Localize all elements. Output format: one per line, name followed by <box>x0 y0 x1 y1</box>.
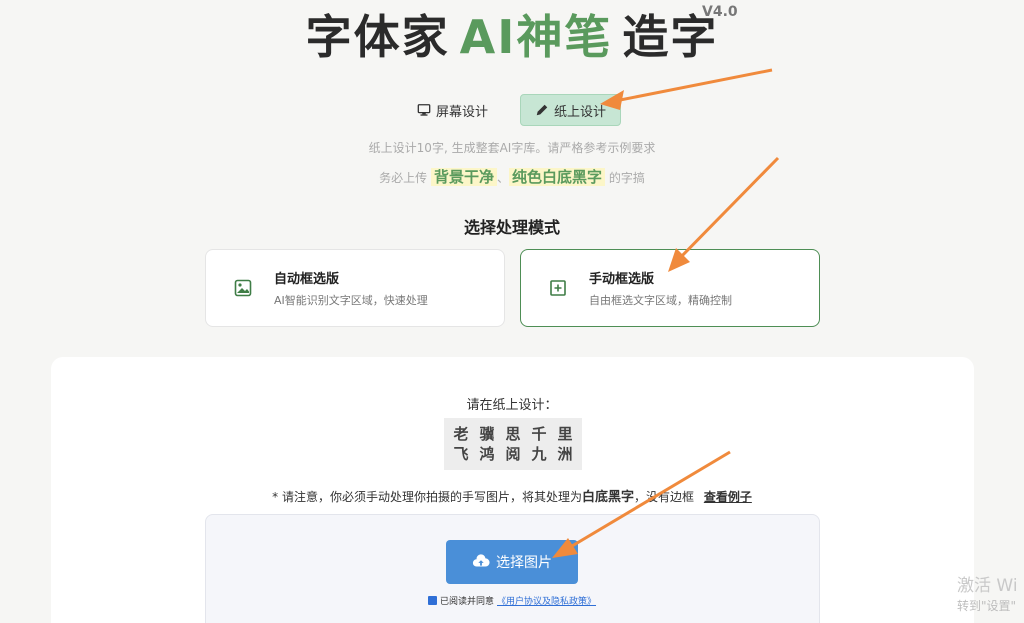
privacy-policy-link[interactable]: 《用户协议及隐私政策》 <box>497 594 596 607</box>
tab-screen-design[interactable]: 屏幕设计 <box>403 94 502 126</box>
upload-label: 选择图片 <box>496 555 552 571</box>
processing-notice: * 请注意，你必须手动处理你拍摄的手写图片，将其处理为白底黑字，没有边框 查看例… <box>0 486 1024 505</box>
mode-desc: AI智能识别文字区域，快速处理 <box>274 294 428 307</box>
title-ai: AI神笔 <box>459 10 613 64</box>
activation-watermark: 激活 Wi <box>957 576 1018 596</box>
mode-name: 自动框选版 <box>274 272 340 287</box>
view-example-link[interactable]: 查看例子 <box>704 490 752 504</box>
notice-bold: 白底黑字 <box>581 490 634 505</box>
intro-prefix: 务必上传 <box>379 171 428 185</box>
page-title: 字体家 AI神笔 造字 <box>306 4 719 70</box>
intro-line-1: 纸上设计10字, 生成整套AI字库。请严格参考示例要求 <box>368 141 656 155</box>
sample-char: 老 <box>453 425 469 443</box>
sample-char: 思 <box>505 425 521 443</box>
tab-paper-design[interactable]: 纸上设计 <box>520 94 622 126</box>
monitor-icon <box>417 104 431 116</box>
mode-section-title: 选择处理模式 <box>463 218 560 237</box>
notice-suffix: ，没有边框 <box>633 490 694 504</box>
cloud-upload-icon <box>472 554 490 567</box>
sample-char: 九 <box>531 445 547 463</box>
notice-prefix: * 请注意，你必须手动处理你拍摄的手写图片，将其处理为 <box>272 490 582 504</box>
sample-char: 阅 <box>505 445 521 463</box>
highlight-white-black: 纯色白底黑字 <box>509 168 606 186</box>
mode-name: 手动框选版 <box>589 272 655 287</box>
agree-text: 已阅读并同意 <box>439 597 494 607</box>
tab-label: 纸上设计 <box>554 104 607 120</box>
design-mode-tabs: 屏幕设计 纸上设计 <box>0 94 1024 126</box>
image-icon <box>234 279 252 297</box>
design-prompt: 请在纸上设计： <box>466 398 558 413</box>
sample-char: 里 <box>557 425 573 443</box>
mode-card-auto[interactable]: 自动框选版 AI智能识别文字区域，快速处理 <box>205 249 505 327</box>
pencil-icon <box>536 104 548 116</box>
intro-suffix: 的字搞 <box>608 171 645 185</box>
intro-separator: 、 <box>496 171 509 185</box>
sample-char: 飞 <box>453 445 469 463</box>
activation-watermark-sub: 转到"设置" <box>957 599 1017 613</box>
page-header: 字体家 AI神笔 造字 <box>0 4 1024 74</box>
highlight-clean-background: 背景干净 <box>430 168 497 186</box>
sample-char: 鸿 <box>479 445 495 463</box>
plus-square-icon <box>550 280 566 296</box>
sample-char: 洲 <box>557 445 573 463</box>
sample-row-1: 老 骥 思 千 里 <box>444 424 582 444</box>
sample-char: 骥 <box>479 425 495 443</box>
tab-label: 屏幕设计 <box>435 104 488 120</box>
version-badge: V4.0 <box>702 4 738 20</box>
agreement-row: 已阅读并同意 《用户协议及隐私政策》 <box>0 594 1024 607</box>
intro-line-2: 务必上传 背景干净、纯色白底黑字 的字搞 <box>0 166 1024 189</box>
select-image-button[interactable]: 选择图片 <box>446 540 578 584</box>
sample-row-2: 飞 鸿 阅 九 洲 <box>444 444 582 464</box>
sample-characters: 老 骥 思 千 里 飞 鸿 阅 九 洲 <box>444 418 582 470</box>
mode-card-manual[interactable]: 手动框选版 自由框选文字区域，精确控制 <box>520 249 820 327</box>
mode-desc: 自由框选文字区域，精确控制 <box>589 294 732 307</box>
sample-char: 千 <box>531 425 547 443</box>
title-prefix: 字体家 <box>305 10 450 64</box>
agree-checkbox[interactable] <box>427 596 437 605</box>
